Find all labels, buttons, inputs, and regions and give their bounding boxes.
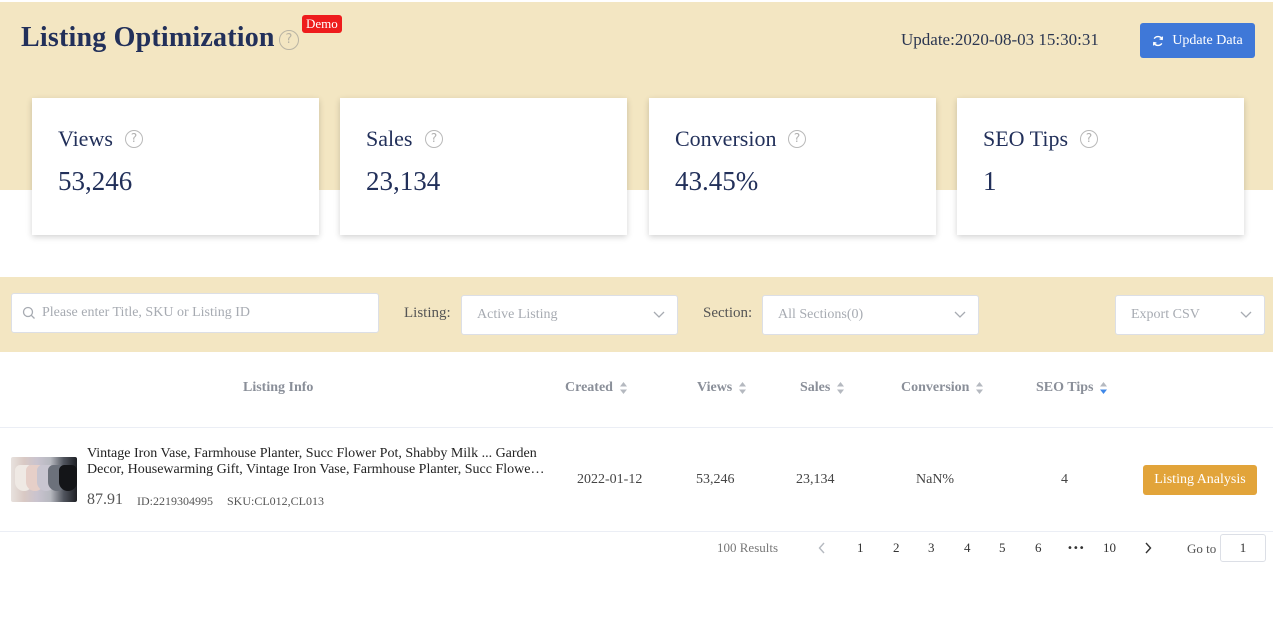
listing-select-value: Active Listing [477, 307, 558, 322]
column-header-views[interactable]: Views [697, 380, 747, 396]
search-icon [22, 306, 35, 319]
cell-conversion: NaN% [916, 472, 955, 487]
page-title: Listing Optimization [21, 22, 275, 53]
next-page-icon[interactable] [1144, 542, 1152, 554]
listing-filter-label: Listing: [404, 305, 451, 321]
listing-select[interactable]: Active Listing [461, 295, 678, 335]
stat-card-seo-tips: SEO Tips ? 1 [957, 98, 1244, 235]
page-ellipsis[interactable]: ••• [1067, 543, 1085, 554]
sort-icon[interactable] [836, 381, 845, 395]
stat-value: 23,134 [366, 166, 441, 196]
chevron-down-icon [653, 311, 665, 318]
demo-badge: Demo [302, 15, 342, 33]
export-csv-value: Export CSV [1131, 307, 1200, 322]
search-input[interactable] [42, 305, 362, 321]
update-data-button[interactable]: Update Data [1140, 23, 1255, 58]
goto-page-input[interactable]: 1 [1220, 534, 1266, 562]
sort-icon[interactable] [975, 381, 984, 395]
export-csv-select[interactable]: Export CSV [1115, 295, 1265, 335]
column-header-seo-tips[interactable]: SEO Tips [1036, 380, 1108, 396]
sort-desc-icon[interactable] [1099, 381, 1108, 395]
chevron-down-icon [1240, 311, 1252, 318]
help-icon[interactable]: ? [1080, 130, 1098, 148]
column-header-conversion[interactable]: Conversion [901, 380, 984, 396]
page-4[interactable]: 4 [964, 540, 971, 556]
listing-thumbnail[interactable] [11, 457, 77, 502]
page-10[interactable]: 10 [1103, 540, 1116, 556]
page-3[interactable]: 3 [928, 540, 935, 556]
page-2[interactable]: 2 [893, 540, 900, 556]
stat-label: Sales [366, 126, 413, 151]
page-5[interactable]: 5 [999, 540, 1006, 556]
stat-value: 53,246 [58, 166, 133, 196]
stat-card-views: Views ? 53,246 [32, 98, 319, 235]
refresh-icon [1153, 35, 1164, 46]
section-select[interactable]: All Sections(0) [762, 295, 979, 335]
help-icon[interactable]: ? [279, 30, 299, 50]
listing-title-line2: Decor, Housewarming Gift, Vintage Iron V… [87, 462, 547, 477]
prev-page-icon[interactable] [818, 542, 826, 554]
stat-card-conversion: Conversion ? 43.45% [649, 98, 936, 235]
sort-icon[interactable] [619, 381, 628, 395]
goto-label: Go to [1187, 541, 1217, 556]
listing-title-line1: Vintage Iron Vase, Farmhouse Planter, Su… [87, 446, 537, 461]
column-header-created[interactable]: Created [565, 380, 628, 396]
column-label: SEO Tips [1036, 380, 1094, 395]
cell-seo-tips: 4 [1061, 472, 1068, 487]
cell-sales: 23,134 [796, 472, 835, 487]
sort-icon[interactable] [738, 381, 747, 395]
cell-created: 2022-01-12 [577, 472, 643, 487]
listing-analysis-button[interactable]: Listing Analysis [1143, 465, 1257, 495]
page-6[interactable]: 6 [1035, 540, 1042, 556]
results-count: 100 Results [717, 540, 779, 555]
help-icon[interactable]: ? [425, 130, 443, 148]
table-divider [0, 427, 1273, 428]
column-label: Created [565, 380, 613, 395]
listing-title[interactable]: Vintage Iron Vase, Farmhouse Planter, Su… [87, 446, 547, 478]
column-header-listing-info: Listing Info [243, 380, 313, 396]
column-label: Views [697, 380, 733, 395]
section-filter-label: Section: [703, 305, 753, 321]
search-field[interactable] [11, 293, 379, 333]
update-data-label: Update Data [1172, 32, 1243, 48]
stat-label: Conversion [675, 126, 777, 151]
listing-id: ID:2219304995 [137, 494, 213, 508]
page-1[interactable]: 1 [857, 540, 864, 556]
help-icon[interactable]: ? [788, 130, 806, 148]
column-label: Conversion [901, 380, 970, 395]
column-label: Listing Info [243, 380, 314, 395]
stat-label: Views [58, 126, 113, 151]
listing-sku: SKU:CL012,CL013 [227, 494, 325, 508]
stat-label: SEO Tips [983, 126, 1069, 151]
column-header-sales[interactable]: Sales [800, 380, 845, 396]
update-timestamp: Update:2020-08-03 15:30:31 [901, 30, 1099, 49]
column-label: Sales [800, 380, 831, 395]
section-select-value: All Sections(0) [778, 307, 864, 322]
chevron-down-icon [954, 311, 966, 318]
stat-value: 1 [983, 166, 997, 196]
help-icon[interactable]: ? [125, 130, 143, 148]
stat-card-sales: Sales ? 23,134 [340, 98, 627, 235]
cell-views: 53,246 [696, 472, 735, 487]
listing-price: 87.91 [87, 491, 123, 508]
stat-value: 43.45% [675, 166, 759, 196]
table-divider [0, 531, 1273, 532]
